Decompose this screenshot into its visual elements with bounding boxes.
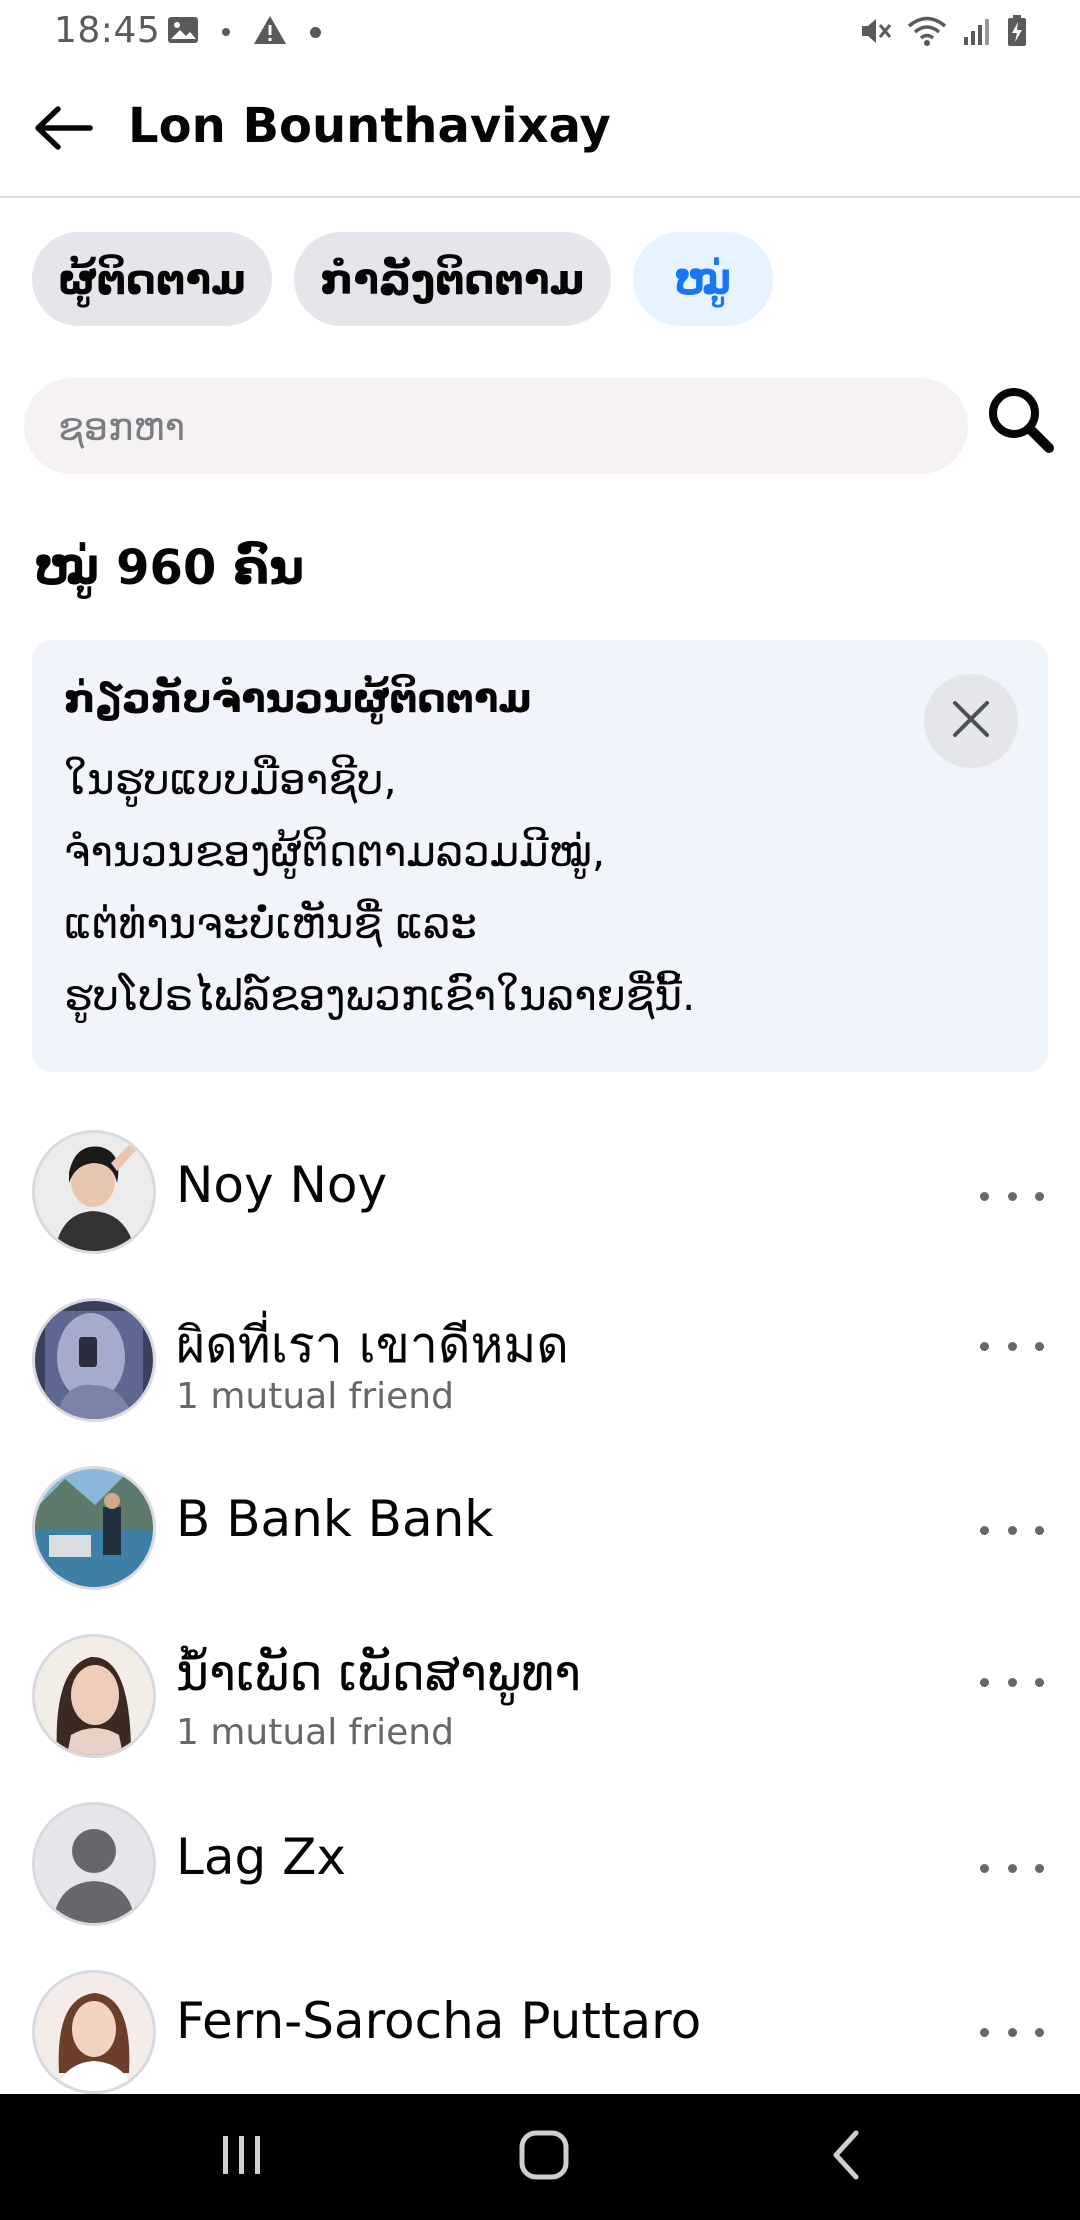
avatar[interactable] bbox=[32, 1970, 156, 2094]
avatar[interactable] bbox=[32, 1802, 156, 1926]
more-dots-icon bbox=[980, 1677, 1044, 1687]
filter-tabs: ຜູ້ຕິດຕາມ ກຳລັງຕິດຕາມ ໝູ່ bbox=[32, 232, 773, 326]
friend-name[interactable]: Fern-Sarocha Puttaro bbox=[176, 1992, 701, 2050]
mutual-friends: 1 mutual friend bbox=[176, 1712, 454, 1753]
recent-apps-icon bbox=[219, 2132, 265, 2182]
info-card-line: ຈຳນວນຂອງຜູ້ຕິດຕາມລວມມີໝູ່, bbox=[64, 827, 606, 876]
friend-name[interactable]: ນ້ຳເພັດ ເພັດສາພູທາ bbox=[176, 1644, 581, 1702]
more-options-button[interactable] bbox=[980, 1510, 1044, 1550]
mutual-friends: 1 mutual friend bbox=[176, 1376, 454, 1417]
friend-row[interactable]: Lag Zx bbox=[0, 1794, 1080, 1954]
friend-name[interactable]: Noy Noy bbox=[176, 1156, 387, 1214]
wifi-icon bbox=[906, 15, 948, 51]
info-card-title: ກ່ຽວກັບຈຳນວນຜູ້ຕິດຕາມ bbox=[64, 676, 532, 722]
more-dots-icon bbox=[980, 1341, 1044, 1351]
tab-following[interactable]: ກຳລັງຕິດຕາມ bbox=[294, 232, 611, 326]
info-card-line: ແຕ່ທ່ານຈະບໍ່ເຫັນຊື່ ແລະ bbox=[64, 899, 477, 948]
status-time: 18:45 bbox=[54, 10, 161, 51]
avatar[interactable] bbox=[32, 1298, 156, 1422]
battery-icon bbox=[1006, 14, 1028, 52]
more-options-button[interactable] bbox=[980, 2012, 1044, 2052]
friend-row[interactable]: ผิดที่เรา เขาดีหมด 1 mutual friend bbox=[0, 1290, 1080, 1450]
friend-name[interactable]: ผิดที่เรา เขาดีหมด bbox=[176, 1306, 569, 1385]
notification-dot-icon bbox=[222, 28, 230, 36]
arrow-left-icon bbox=[32, 104, 94, 156]
more-options-button[interactable] bbox=[980, 1176, 1044, 1216]
more-dots-icon bbox=[980, 2027, 1044, 2037]
status-bar: 18:45 bbox=[0, 0, 1080, 64]
image-icon bbox=[166, 14, 200, 50]
recent-apps-button[interactable] bbox=[182, 2122, 302, 2192]
notification-dot-icon bbox=[310, 26, 321, 38]
warning-icon bbox=[252, 14, 288, 50]
home-icon bbox=[518, 2129, 570, 2185]
friend-count: ໝູ່ 960 ຄົນ bbox=[34, 540, 305, 596]
friend-row[interactable]: B Bank Bank bbox=[0, 1458, 1080, 1618]
info-card: ກ່ຽວກັບຈຳນວນຜູ້ຕິດຕາມ ໃນຮູບແບບມືອາຊີບ, ຈ… bbox=[32, 640, 1048, 1072]
mute-icon bbox=[858, 15, 892, 51]
system-nav-bar bbox=[0, 2094, 1080, 2220]
tab-friends[interactable]: ໝູ່ bbox=[632, 232, 773, 326]
more-options-button[interactable] bbox=[980, 1326, 1044, 1366]
more-dots-icon bbox=[980, 1863, 1044, 1873]
more-dots-icon bbox=[980, 1525, 1044, 1535]
friend-row[interactable]: ນ້ຳເພັດ ເພັດສາພູທາ 1 mutual friend bbox=[0, 1626, 1080, 1786]
page-title: Lon Bounthavixay bbox=[128, 98, 611, 154]
search-input[interactable] bbox=[56, 378, 940, 476]
avatar[interactable] bbox=[32, 1130, 156, 1254]
close-button[interactable] bbox=[924, 674, 1018, 768]
info-card-body: ໃນຮູບແບບມືອາຊີບ, ຈຳນວນຂອງຜູ້ຕິດຕາມລວມມີໝ… bbox=[64, 744, 964, 1032]
more-options-button[interactable] bbox=[980, 1848, 1044, 1888]
home-button[interactable] bbox=[484, 2122, 604, 2192]
search-button[interactable] bbox=[982, 382, 1060, 462]
signal-icon bbox=[962, 15, 992, 51]
close-icon bbox=[949, 697, 993, 745]
header: Lon Bounthavixay bbox=[0, 64, 1080, 198]
avatar[interactable] bbox=[32, 1634, 156, 1758]
more-dots-icon bbox=[980, 1191, 1044, 1201]
chevron-left-icon bbox=[826, 2129, 866, 2185]
search-icon bbox=[986, 385, 1056, 459]
info-card-line: ຮູບໂປຣໄຟລ໌ຂອງພວກເຂົາໃນລາຍຊື່ນີ້. bbox=[64, 971, 696, 1020]
info-card-line: ໃນຮູບແບບມືອາຊີບ, bbox=[64, 755, 397, 804]
friend-row[interactable]: Noy Noy bbox=[0, 1122, 1080, 1282]
more-options-button[interactable] bbox=[980, 1662, 1044, 1702]
back-button[interactable] bbox=[28, 100, 98, 160]
tab-followers[interactable]: ຜູ້ຕິດຕາມ bbox=[32, 232, 273, 326]
back-nav-button[interactable] bbox=[786, 2122, 906, 2192]
friend-name[interactable]: B Bank Bank bbox=[176, 1490, 493, 1548]
search-box bbox=[24, 378, 968, 476]
avatar[interactable] bbox=[32, 1466, 156, 1590]
friend-name[interactable]: Lag Zx bbox=[176, 1828, 346, 1886]
